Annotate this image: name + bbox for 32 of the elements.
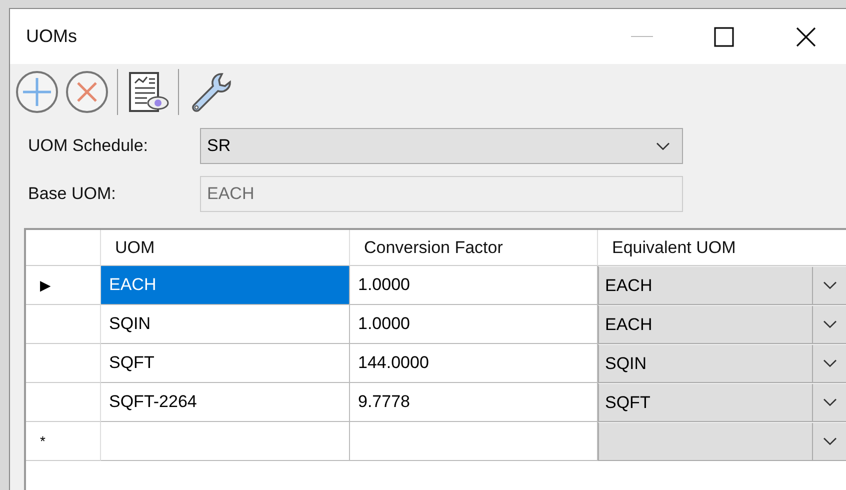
- remove-icon[interactable]: [64, 69, 110, 115]
- table-cell[interactable]: SQFT: [101, 344, 350, 383]
- row-marker: ▶: [40, 277, 51, 293]
- equivalent-dropdown[interactable]: [598, 422, 846, 461]
- table-cell[interactable]: 1.0000: [350, 305, 598, 344]
- equivalent-dropdown[interactable]: EACH: [598, 305, 846, 344]
- table-cell[interactable]: 144.0000: [350, 344, 598, 383]
- field-label: Base UOM:: [28, 184, 117, 204]
- table-cell[interactable]: [101, 422, 350, 461]
- field-label: UOM Schedule:: [28, 136, 149, 156]
- table-cell[interactable]: SQIN: [101, 305, 350, 344]
- table-cell[interactable]: SQFT-2264: [101, 383, 350, 422]
- equivalent-dropdown[interactable]: EACH: [598, 266, 846, 305]
- equivalent-dropdown[interactable]: SQFT: [598, 383, 846, 422]
- table-cell[interactable]: [350, 422, 598, 461]
- window-title: UOMs: [26, 26, 78, 47]
- chevron-down-icon: [823, 320, 837, 329]
- chevron-down-icon: [823, 437, 837, 446]
- schedule-dropdown[interactable]: SR: [200, 128, 683, 164]
- maximize-icon[interactable]: [714, 26, 734, 46]
- table-cell[interactable]: 1.0000: [350, 266, 598, 305]
- add-icon[interactable]: [14, 69, 60, 115]
- chevron-down-icon: [823, 359, 837, 368]
- equivalent-dropdown[interactable]: SQIN: [598, 344, 846, 383]
- table-cell[interactable]: EACH: [101, 266, 350, 305]
- chevron-down-icon: [656, 142, 670, 150]
- chevron-down-icon: [823, 398, 837, 407]
- close-icon[interactable]: [796, 26, 816, 46]
- chevron-down-icon: [823, 281, 837, 290]
- row-marker: *: [40, 433, 46, 449]
- minimize-icon[interactable]: [631, 36, 653, 38]
- table-cell[interactable]: 9.7778: [350, 383, 598, 422]
